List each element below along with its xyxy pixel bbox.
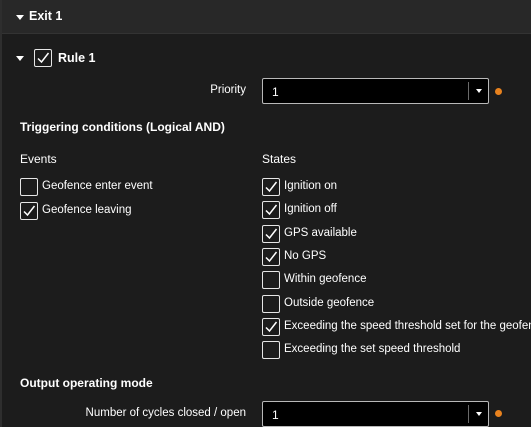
triggering-conditions-title: Triggering conditions (Logical AND) xyxy=(20,120,225,134)
caret-down-icon[interactable] xyxy=(16,56,24,61)
exit-title: Exit 1 xyxy=(29,9,63,23)
state-option-checkbox[interactable] xyxy=(262,317,280,336)
state-option-checkbox[interactable] xyxy=(262,201,280,220)
state-option-label[interactable]: Within geofence xyxy=(284,273,366,285)
priority-select[interactable]: 1 xyxy=(262,78,489,104)
states-header: States xyxy=(262,152,297,166)
chevron-down-icon[interactable] xyxy=(476,412,482,416)
checkmark-icon xyxy=(23,205,36,217)
state-option-label[interactable]: Ignition on xyxy=(284,180,337,192)
event-option-checkbox[interactable] xyxy=(20,178,38,196)
chevron-down-icon[interactable] xyxy=(476,89,482,93)
checkmark-icon xyxy=(265,321,278,332)
state-option-checkbox[interactable] xyxy=(262,271,280,290)
priority-value: 1 xyxy=(272,85,279,99)
cycles-select[interactable]: 1 xyxy=(262,401,489,427)
state-option-label[interactable]: Outside geofence xyxy=(284,297,374,309)
state-option-label[interactable]: Exceeding the set speed threshold xyxy=(284,343,460,355)
select-divider xyxy=(468,82,469,100)
state-option-checkbox[interactable] xyxy=(262,178,280,196)
state-option-label[interactable]: Exceeding the speed threshold set for th… xyxy=(284,320,531,332)
event-option-label[interactable]: Geofence enter event xyxy=(42,180,153,192)
checkmark-icon xyxy=(265,251,278,263)
state-option-checkbox[interactable] xyxy=(262,224,280,243)
caret-down-icon[interactable] xyxy=(16,15,24,20)
state-option-checkbox[interactable] xyxy=(262,294,280,313)
events-header: Events xyxy=(20,152,57,166)
checkmark-icon xyxy=(37,52,50,64)
rule-title: Rule 1 xyxy=(58,51,96,65)
checkmark-icon xyxy=(265,181,278,193)
state-option-checkbox[interactable] xyxy=(262,341,280,360)
event-option-checkbox[interactable] xyxy=(20,202,38,220)
priority-label: Priority xyxy=(210,84,246,96)
event-option-label[interactable]: Geofence leaving xyxy=(42,204,132,216)
select-divider xyxy=(468,405,469,423)
status-dot-icon xyxy=(495,88,502,95)
checkmark-icon xyxy=(265,228,278,239)
cycles-value: 1 xyxy=(272,408,279,422)
state-option-label[interactable]: GPS available xyxy=(284,227,357,239)
output-operating-mode-title: Output operating mode xyxy=(20,376,153,390)
state-option-label[interactable]: Ignition off xyxy=(284,203,337,215)
rule-editor-panel: Exit 1 Rule 1 Priority 1 Triggering cond… xyxy=(0,0,531,427)
status-dot-icon xyxy=(495,410,502,417)
cycles-label: Number of cycles closed / open xyxy=(85,407,246,419)
checkmark-icon xyxy=(265,204,278,216)
state-option-checkbox[interactable] xyxy=(262,247,280,266)
rule-enabled-checkbox[interactable] xyxy=(34,49,52,67)
exit-header[interactable]: Exit 1 xyxy=(2,0,531,34)
state-option-label[interactable]: No GPS xyxy=(284,250,326,262)
